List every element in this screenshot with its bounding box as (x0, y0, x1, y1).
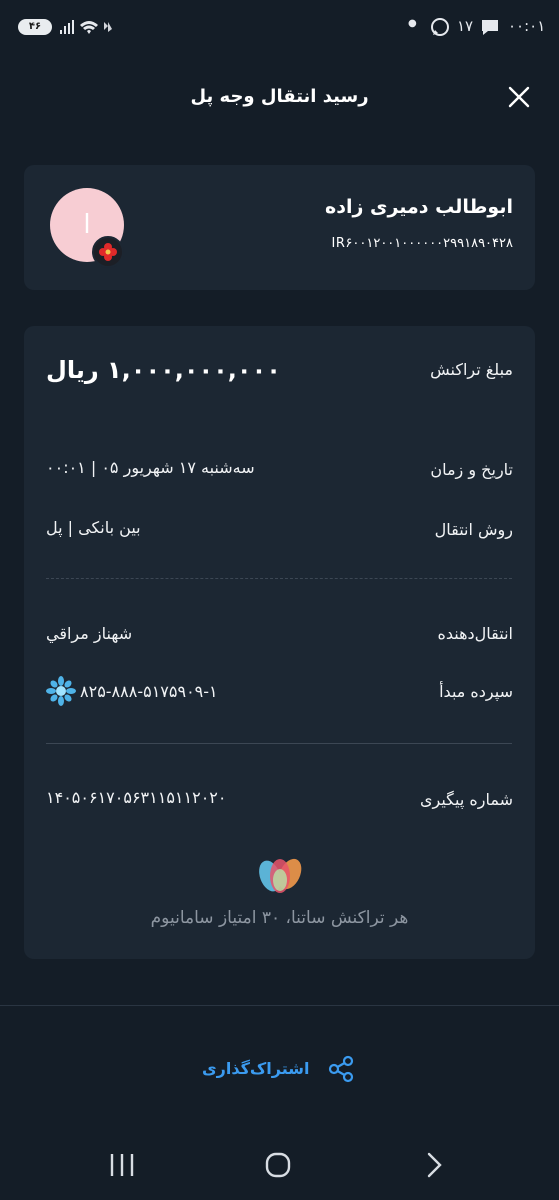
back-icon[interactable] (414, 1148, 454, 1182)
recipient-iban: IR۶۰۰۱۲۰۰۱۰۰۰۰۰۰۲۹۹۱۸۹۰۴۲۸ (331, 236, 513, 251)
amount-label: مبلغ تراکنش (430, 360, 513, 379)
dot-icon: ● (408, 18, 417, 29)
datetime-label: تاریخ و زمان (430, 460, 513, 479)
close-icon[interactable] (506, 84, 532, 110)
bank-badge (92, 236, 124, 268)
notification-count: ۱۷ (457, 17, 474, 35)
sender-label: انتقال‌دهنده (437, 624, 514, 643)
status-bar: ۴۶ ● ۱۷ ۰۰:۰۱ (0, 0, 559, 56)
source-account-label: سپرده مبدأ (439, 682, 513, 701)
tracking-label: شماره پیگیری (419, 790, 513, 809)
dashed-divider (46, 578, 512, 579)
recipient-name: ابوطالب دمیری زاده (325, 196, 513, 218)
message-icon (482, 20, 498, 35)
amount-value: ۱,۰۰۰,۰۰۰,۰۰۰ ریال (46, 356, 281, 384)
battery-pill: ۴۶ (18, 19, 52, 35)
sender-value: شهناز مراقي (46, 624, 133, 643)
recent-apps-icon[interactable] (102, 1148, 142, 1182)
home-icon[interactable] (258, 1148, 298, 1182)
method-label: روش انتقال (434, 520, 513, 539)
solid-divider (46, 743, 512, 744)
share-label: اشتراک‌گذاری (202, 1059, 310, 1078)
signal-wifi-icons (60, 20, 112, 34)
share-button[interactable]: اشتراک‌گذاری (196, 1052, 362, 1088)
page-title: رسید انتقال وجه پل (190, 86, 369, 107)
promo-text: هر تراکنش ساتنا، ۳۰ امتیاز سامانیوم (150, 908, 409, 928)
source-account-value: ۸۲۵-۸۸۸-۵۱۷۵۹۰۹-۱ (80, 682, 218, 701)
snowflake-logo-icon (46, 676, 76, 706)
footer-divider (0, 1005, 559, 1006)
whatsapp-icon (431, 18, 449, 36)
datetime-value: سه‌شنبه ۱۷ شهریور ۰۵ | ۰۰:۰۱ (46, 458, 255, 477)
tracking-value: ۱۴۰۵۰۶۱۷۰۵۶۳۱۱۵۱۱۲۰۲۰ (46, 788, 227, 807)
method-value: بین بانکی | پل (46, 518, 141, 537)
samanium-logo-icon (259, 858, 302, 893)
share-icon (328, 1055, 354, 1083)
flower-badge-icon (99, 243, 117, 261)
clock: ۰۰:۰۱ (508, 17, 546, 35)
